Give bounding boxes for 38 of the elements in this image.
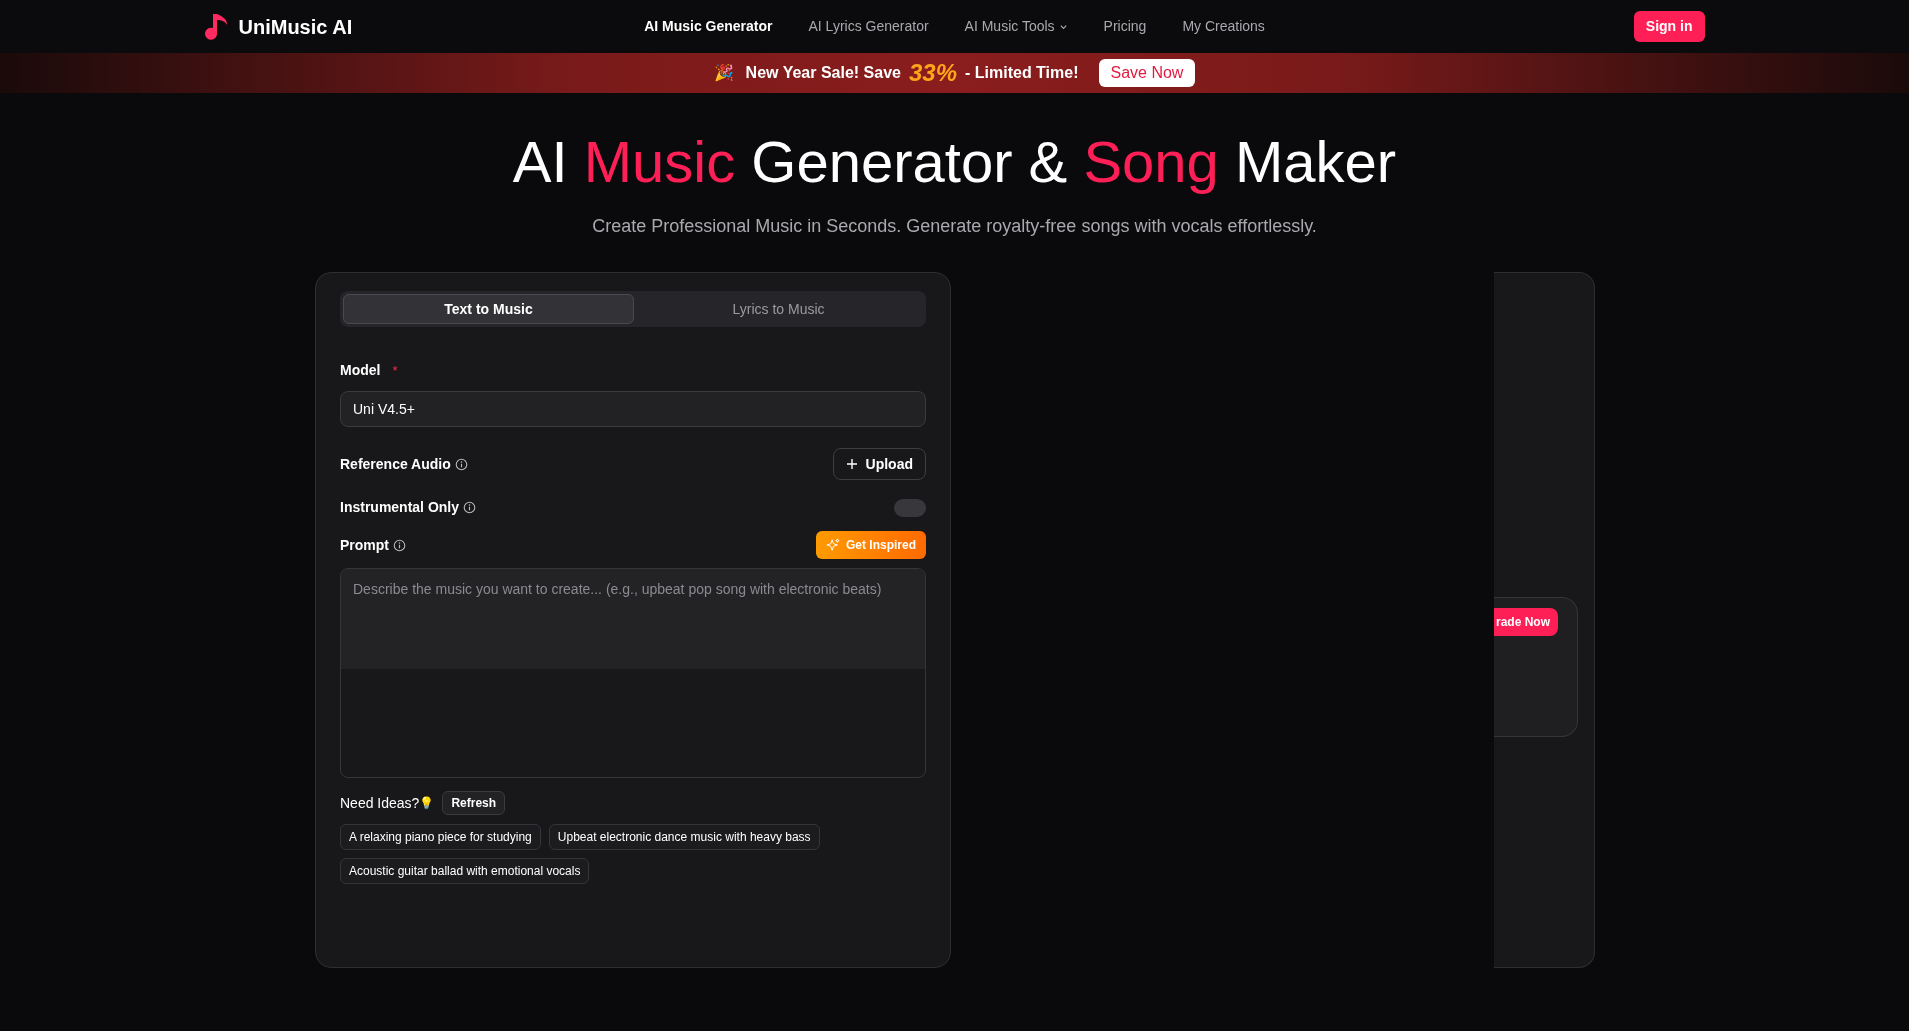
mode-tab[interactable]: Lyrics to Music — [634, 294, 923, 324]
reference-audio-label: Reference Audio — [340, 454, 451, 474]
hero-title: AI Music Generator & Song Maker — [511, 128, 1398, 196]
nav-link[interactable]: Pricing — [1103, 16, 1147, 37]
party-emoji: 🎉 — [713, 63, 734, 84]
discount-text: 33% — [908, 58, 957, 88]
nav-link[interactable]: AI Music Tools — [964, 16, 1068, 37]
sign-in-button[interactable]: Sign in — [1633, 11, 1705, 42]
info-icon — [463, 501, 477, 514]
refresh-button[interactable]: Refresh — [442, 791, 506, 815]
hero-subtitle: Create Professional Music in Seconds. Generate royalty-free songs with vocals effortlessly. — [591, 215, 1318, 238]
idea-chip[interactable]: Acoustic guitar ballad with emotional vocals — [340, 858, 590, 884]
info-icon — [454, 457, 468, 471]
instrumental-only-label: Instrumental Only — [340, 498, 460, 517]
upgrade-button[interactable]: rade Now — [1494, 608, 1558, 636]
chevron-down-icon — [1058, 22, 1068, 31]
nav-link[interactable]: AI Music Generator — [644, 16, 773, 37]
sale-text: New Year Sale! Save — [745, 63, 901, 83]
prompt-label: Prompt — [340, 535, 389, 555]
instrumental-toggle[interactable] — [894, 498, 926, 517]
save-now-button[interactable]: Save Now — [1098, 59, 1196, 87]
prompt-field[interactable]: Describe the music you want to create... (e.g., upbeat pop song with electronic beats) — [340, 568, 926, 778]
info-icon — [393, 538, 406, 552]
upload-button[interactable]: Upload — [832, 448, 926, 480]
required-mark: * — [392, 361, 398, 380]
sparkle-icon — [826, 538, 840, 552]
idea-chip[interactable]: Upbeat electronic dance music with heavy bass — [548, 824, 820, 850]
nav-link[interactable]: My Creations — [1182, 16, 1265, 37]
need-ideas-label: Need Ideas? — [340, 793, 420, 813]
logo-text[interactable]: UniMusic AI — [238, 11, 353, 42]
limited-time-text: - Limited Time! — [965, 63, 1079, 83]
plus-icon — [845, 458, 858, 470]
lightbulb-emoji: 💡 — [419, 795, 435, 812]
mode-tab[interactable]: Text to Music — [343, 294, 634, 324]
model-select[interactable]: Uni V4.5+ — [340, 391, 926, 427]
nav-link[interactable]: AI Lyrics Generator — [808, 16, 929, 37]
model-label: Model — [340, 361, 381, 380]
idea-chip[interactable]: A relaxing piano piece for studying — [340, 824, 541, 850]
